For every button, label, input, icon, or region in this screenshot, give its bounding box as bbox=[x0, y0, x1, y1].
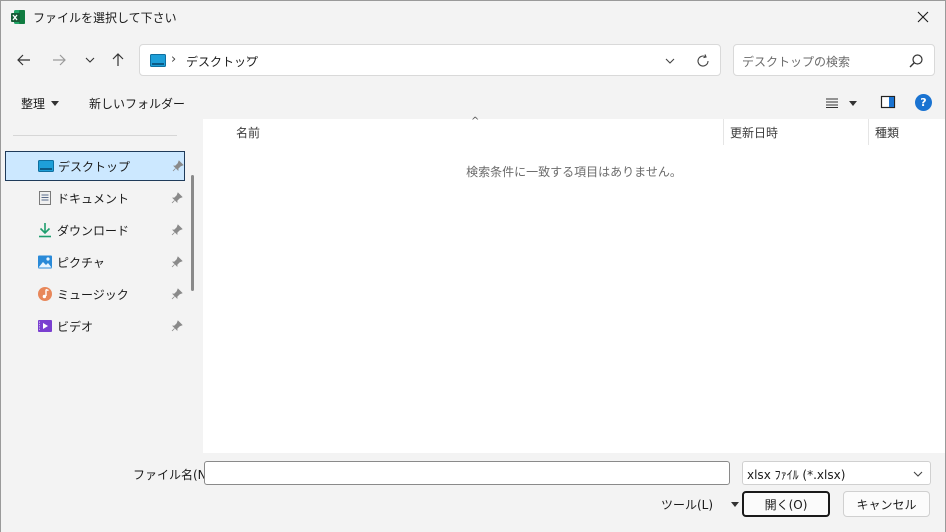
pin-icon[interactable] bbox=[171, 192, 183, 204]
pin-icon[interactable] bbox=[171, 320, 183, 332]
navigation-bar: › デスクトップ › デスクトップの検索 bbox=[1, 33, 945, 87]
column-separator[interactable] bbox=[723, 119, 724, 145]
close-button[interactable] bbox=[901, 1, 945, 33]
window-title: ファイルを選択して下さい bbox=[33, 11, 177, 25]
sidebar-item-desktop[interactable]: デスクトップ bbox=[5, 151, 185, 181]
column-header-name[interactable]: 名前 bbox=[236, 124, 260, 150]
sidebar-item-pictures[interactable]: ピクチャ bbox=[5, 247, 185, 277]
dialog-footer: ファイル名(N): xlsx ﾌｧｲﾙ (*.xlsx) ツール(L) 開く(O… bbox=[1, 453, 945, 532]
filetype-value: xlsx ﾌｧｲﾙ (*.xlsx) bbox=[747, 468, 846, 482]
tools-label: ツール(L) bbox=[661, 498, 714, 512]
preview-pane-icon[interactable] bbox=[880, 94, 896, 110]
filename-input[interactable] bbox=[204, 461, 926, 485]
column-header-modified[interactable]: 更新日時 bbox=[730, 124, 778, 150]
up-button[interactable] bbox=[107, 49, 129, 71]
search-input[interactable]: デスクトップの検索 bbox=[733, 44, 935, 76]
document-icon bbox=[39, 191, 51, 205]
cancel-button[interactable]: キャンセル bbox=[843, 491, 930, 517]
sidebar-item-videos[interactable]: ビデオ bbox=[5, 311, 185, 341]
up-arrow-icon bbox=[112, 53, 124, 66]
pin-icon[interactable] bbox=[172, 160, 184, 172]
organize-label: 整理 bbox=[21, 97, 46, 111]
file-open-dialog: ファイルを選択して下さい › デスクトップ › デスクトップの検索 整理 新しい… bbox=[0, 0, 946, 532]
file-list-pane: ^ 名前 更新日時 種類 検索条件に一致する項目はありません。 bbox=[203, 116, 945, 453]
sidebar-item-label: ダウンロード bbox=[57, 224, 130, 238]
sidebar-item-downloads[interactable]: ダウンロード bbox=[5, 215, 185, 245]
pin-icon[interactable] bbox=[171, 256, 183, 268]
sidebar-item-label: デスクトップ bbox=[58, 160, 131, 174]
column-header-type[interactable]: 種類 bbox=[875, 124, 899, 150]
chevron-down-icon bbox=[913, 471, 923, 477]
search-placeholder: デスクトップの検索 bbox=[742, 55, 851, 69]
new-folder-button[interactable]: 新しいフォルダー bbox=[89, 95, 185, 112]
sidebar-item-documents[interactable]: ドキュメント bbox=[5, 183, 185, 213]
address-history-button[interactable] bbox=[662, 53, 678, 69]
column-separator[interactable] bbox=[868, 119, 869, 145]
recent-locations-button[interactable] bbox=[79, 49, 101, 71]
sidebar-scrollbar[interactable] bbox=[191, 175, 194, 291]
help-button[interactable]: ? bbox=[915, 94, 932, 111]
video-icon bbox=[38, 320, 52, 332]
dropdown-arrow-icon bbox=[51, 101, 60, 106]
recent-chevron-icon bbox=[85, 57, 95, 63]
sidebar-divider bbox=[13, 135, 177, 136]
address-bar[interactable]: › デスクトップ › bbox=[139, 44, 721, 76]
sort-indicator-icon: ^ bbox=[471, 116, 480, 127]
chevron-down-icon bbox=[665, 58, 675, 64]
excel-app-icon bbox=[11, 10, 25, 24]
refresh-icon bbox=[697, 54, 709, 67]
sidebar-item-label: ビデオ bbox=[57, 320, 94, 334]
desktop-icon bbox=[38, 160, 54, 172]
forward-button[interactable] bbox=[48, 49, 70, 71]
back-arrow-icon bbox=[17, 54, 30, 66]
command-bar: 整理 新しいフォルダー ? bbox=[1, 87, 945, 119]
organize-button[interactable]: 整理 bbox=[21, 95, 60, 112]
title-bar: ファイルを選択して下さい bbox=[1, 1, 945, 33]
search-icon bbox=[909, 54, 923, 68]
navigation-pane: デスクトップ ドキュメント ダウンロード ピクチャ ミュージック ビデオ bbox=[1, 119, 194, 453]
dropdown-arrow-icon bbox=[731, 502, 740, 507]
refresh-button[interactable] bbox=[694, 52, 712, 70]
breadcrumb-separator[interactable]: › bbox=[246, 52, 251, 67]
tools-button[interactable]: ツール(L) bbox=[661, 496, 740, 513]
view-options-button[interactable] bbox=[825, 94, 861, 112]
back-button[interactable] bbox=[13, 49, 35, 71]
forward-arrow-icon bbox=[53, 54, 66, 66]
download-icon bbox=[39, 223, 51, 238]
sidebar-item-label: ミュージック bbox=[57, 288, 129, 302]
dropdown-arrow-icon bbox=[849, 100, 857, 106]
music-icon bbox=[38, 287, 52, 301]
close-icon bbox=[917, 11, 929, 23]
desktop-icon bbox=[150, 54, 166, 67]
list-view-icon bbox=[826, 98, 838, 108]
sidebar-item-label: ピクチャ bbox=[57, 256, 105, 270]
pin-icon[interactable] bbox=[171, 288, 183, 300]
open-button[interactable]: 開く(O) bbox=[742, 491, 830, 517]
filetype-select[interactable]: xlsx ﾌｧｲﾙ (*.xlsx) bbox=[742, 461, 931, 485]
sidebar-item-label: ドキュメント bbox=[57, 192, 130, 206]
empty-message: 検索条件に一致する項目はありません。 bbox=[466, 165, 682, 179]
breadcrumb-separator[interactable]: › bbox=[171, 52, 176, 67]
picture-icon bbox=[38, 255, 52, 269]
pin-icon[interactable] bbox=[171, 224, 183, 236]
sidebar-item-music[interactable]: ミュージック bbox=[5, 279, 185, 309]
